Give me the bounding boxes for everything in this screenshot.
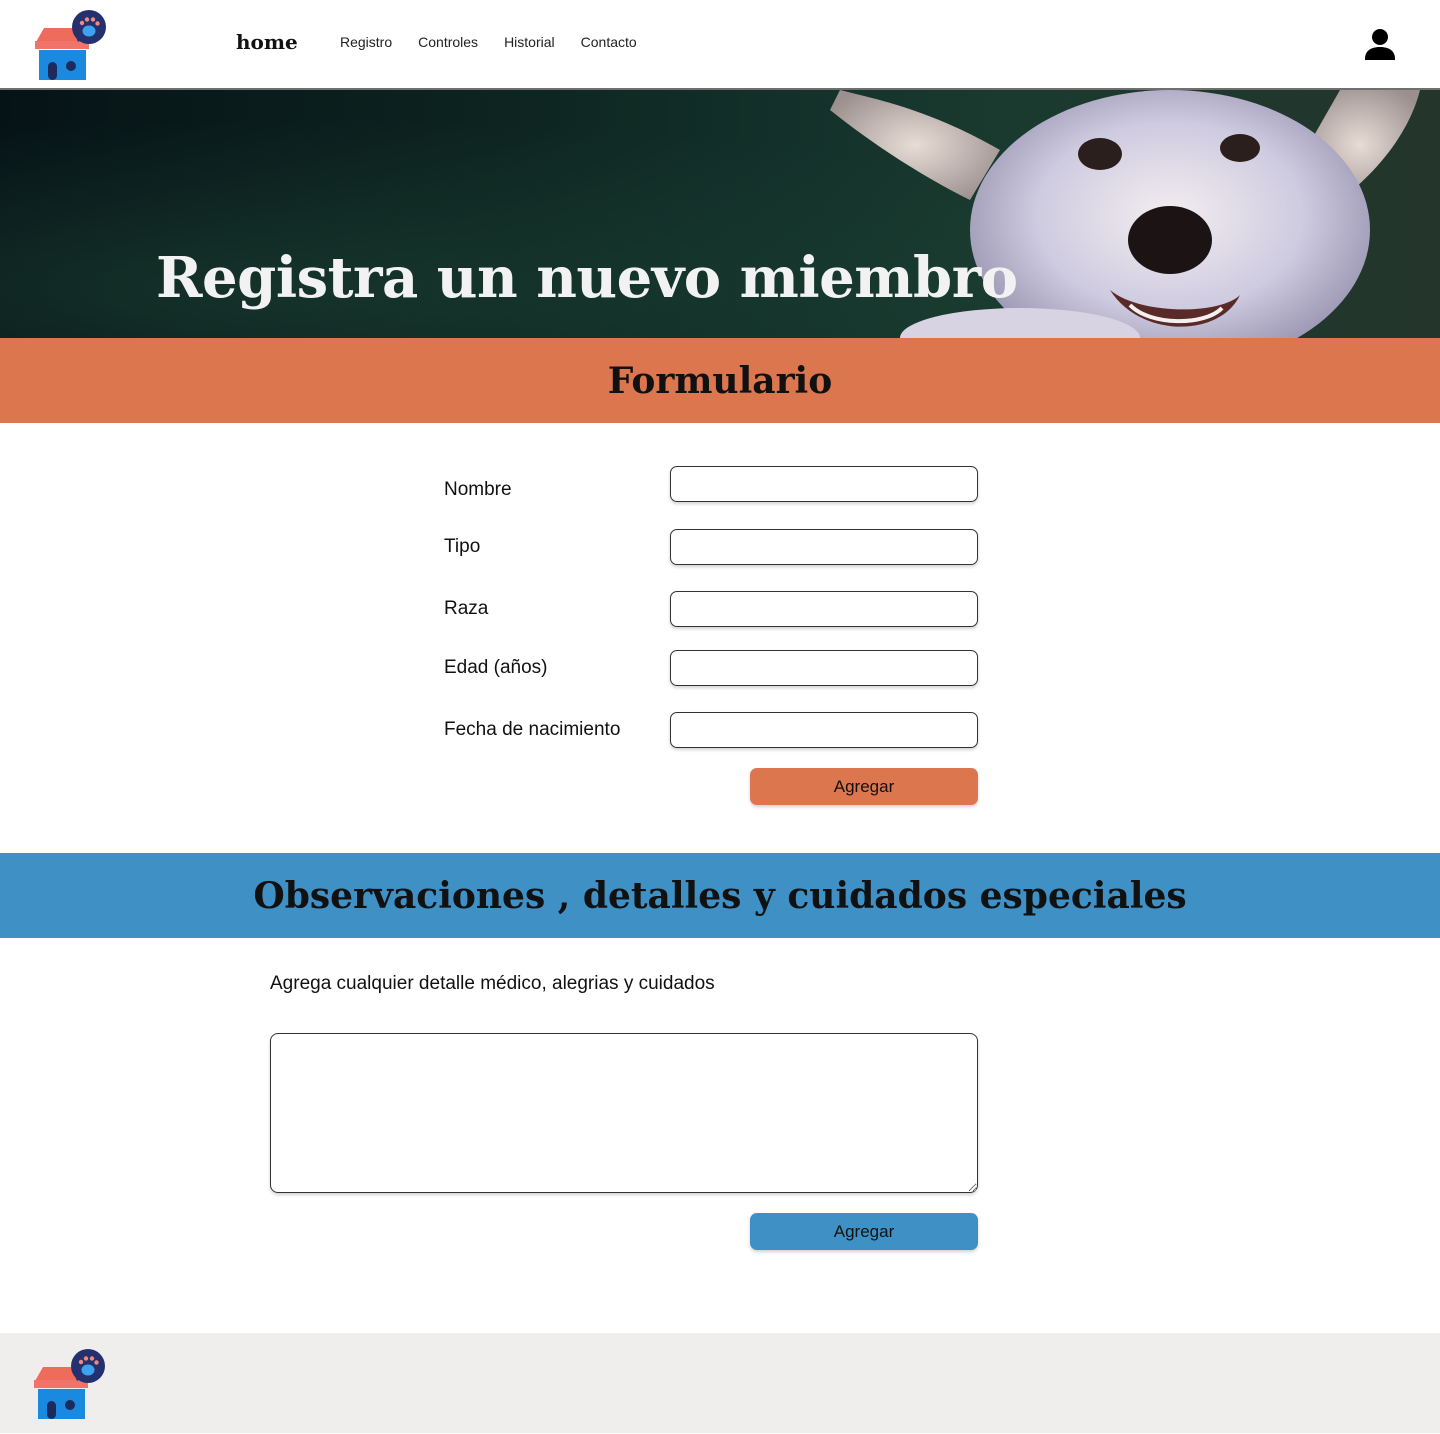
age-label: Edad (años) [444,657,548,678]
nav-item-controles[interactable]: Controles [418,34,478,50]
hero-banner: Registra un nuevo miembro [0,90,1440,338]
form-section-header: Formulario [0,338,1440,423]
birth-date-input[interactable] [670,712,978,748]
registration-form: Nombre Tipo Raza Edad (años) Fecha de na… [0,423,1440,853]
home-link[interactable]: home [236,30,298,54]
observations-section-title: Observaciones , detalles y cuidados espe… [253,874,1187,917]
pet-house-logo-icon[interactable] [34,10,108,82]
nav-item-registro[interactable]: Registro [340,34,392,50]
top-navigation-bar: home Registro Controles Historial Contac… [0,0,1440,90]
name-label: Nombre [444,479,512,500]
add-observation-button[interactable]: Agregar [750,1213,978,1250]
observations-textarea[interactable] [270,1033,978,1193]
nav-item-historial[interactable]: Historial [504,34,555,50]
type-input[interactable] [670,529,978,565]
birth-date-label: Fecha de nacimiento [444,719,621,740]
observations-description: Agrega cualquier detalle médico, alegria… [270,973,715,994]
main-nav: Registro Controles Historial Contacto [340,34,637,50]
observations-form: Agrega cualquier detalle médico, alegria… [0,938,1440,1333]
observations-section-header: Observaciones , detalles y cuidados espe… [0,853,1440,938]
breed-label: Raza [444,598,489,619]
hero-title: Registra un nuevo miembro [156,245,1018,311]
form-section-title: Formulario [607,359,833,402]
footer [0,1333,1440,1433]
breed-input[interactable] [670,591,978,627]
age-input[interactable] [670,650,978,686]
name-input[interactable] [670,466,978,502]
nav-item-contacto[interactable]: Contacto [581,34,637,50]
user-icon[interactable] [1364,28,1396,62]
add-member-button[interactable]: Agregar [750,768,978,805]
footer-pet-house-logo-icon[interactable] [33,1349,107,1421]
type-label: Tipo [444,536,481,557]
